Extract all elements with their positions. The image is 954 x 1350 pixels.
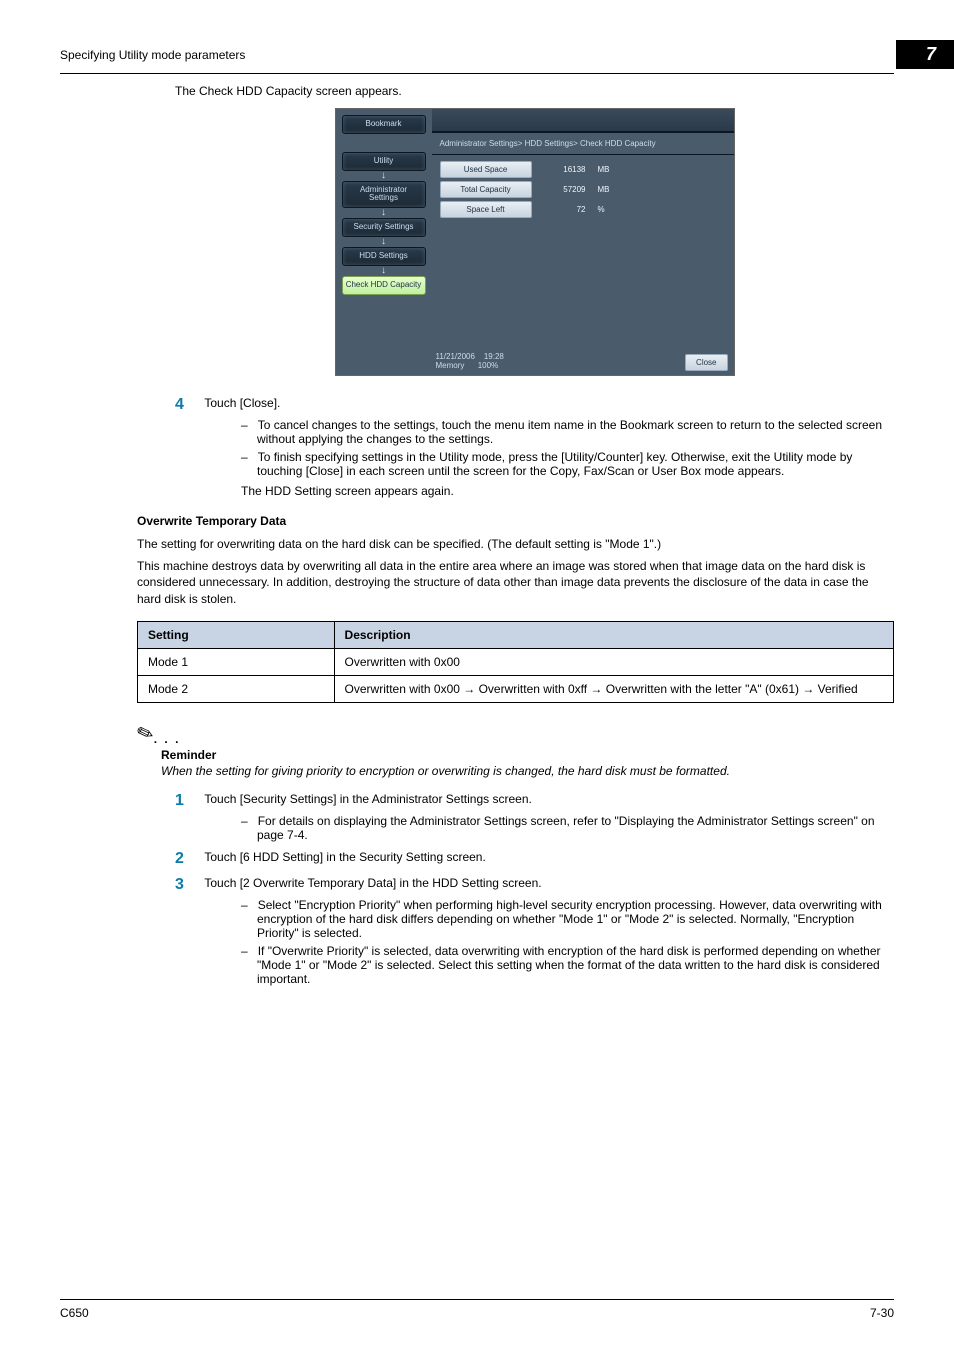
step-text: Touch [Close]. [204, 396, 885, 410]
step-4: 4 Touch [Close]. To cancel changes to th… [213, 396, 894, 498]
step-number: 4 [175, 396, 201, 414]
overwrite-heading: Overwrite Temporary Data [137, 514, 894, 528]
table-cell: Mode 1 [138, 648, 335, 675]
page-content: The Check HDD Capacity screen appears. B… [175, 84, 894, 986]
chapter-badge: 7 [896, 40, 954, 69]
table-cell: Overwritten with 0x00 → Overwritten with… [334, 675, 893, 702]
admin-settings-button[interactable]: Administrator Settings [342, 181, 426, 209]
bullet: If "Overwrite Priority" is selected, dat… [241, 944, 894, 986]
arrow-down-icon: ↓ [342, 237, 426, 247]
security-settings-button[interactable]: Security Settings [342, 218, 426, 237]
step-after: The HDD Setting screen appears again. [241, 484, 894, 498]
close-button[interactable]: Close [685, 354, 727, 371]
row-value: 16138 [532, 165, 586, 174]
bullet: To finish specifying settings in the Uti… [241, 450, 894, 478]
footer-left: C650 [60, 1306, 89, 1320]
arrow-down-icon: ↓ [342, 266, 426, 276]
table-row: Mode 1 Overwritten with 0x00 [138, 648, 894, 675]
hdd-settings-button[interactable]: HDD Settings [342, 247, 426, 266]
bookmark-button[interactable]: Bookmark [342, 115, 426, 134]
body-text: This machine destroys data by overwritin… [137, 558, 894, 607]
step-number: 2 [175, 850, 201, 868]
page-footer: C650 7-30 [60, 1299, 894, 1320]
bullet: For details on displaying the Administra… [241, 814, 894, 842]
step-2: 2 Touch [6 HDD Setting] in the Security … [213, 850, 894, 868]
table-header-row: Setting Description [138, 621, 894, 648]
breadcrumb: Administrator Settings> HDD Settings> Ch… [432, 132, 734, 155]
reminder: ✎. . . Reminder When the setting for giv… [161, 721, 894, 778]
row-label: Total Capacity [440, 181, 532, 198]
row-unit: MB [586, 185, 610, 194]
step-text: Touch [6 HDD Setting] in the Security Se… [204, 850, 885, 864]
check-hdd-capacity-screenshot: Bookmark Utility ↓ Administrator Setting… [335, 108, 735, 376]
table-header: Setting [138, 621, 335, 648]
bullet: To cancel changes to the settings, touch… [241, 418, 894, 446]
row-label: Used Space [440, 161, 532, 178]
row-label: Space Left [440, 201, 532, 218]
bookmark-sidebar: Bookmark Utility ↓ Administrator Setting… [336, 109, 432, 375]
page-header: Specifying Utility mode parameters 7 [60, 40, 894, 74]
step-number: 1 [175, 792, 201, 810]
table-cell: Overwritten with 0x00 [334, 648, 893, 675]
row-unit: MB [586, 165, 610, 174]
utility-button[interactable]: Utility [342, 152, 426, 171]
settings-table: Setting Description Mode 1 Overwritten w… [137, 621, 894, 703]
arrow-down-icon: ↓ [342, 208, 426, 218]
table-cell: Mode 2 [138, 675, 335, 702]
header-title: Specifying Utility mode parameters [60, 48, 245, 62]
check-hdd-capacity-button[interactable]: Check HDD Capacity [342, 276, 426, 295]
arrow-down-icon: ↓ [342, 171, 426, 181]
intro-text: The Check HDD Capacity screen appears. [175, 84, 894, 98]
step-text: Touch [2 Overwrite Temporary Data] in th… [204, 876, 885, 890]
table-header: Description [334, 621, 893, 648]
statusbar: 11/21/2006 19:28 Memory 100% [436, 353, 504, 371]
step-1: 1 Touch [Security Settings] in the Admin… [213, 792, 894, 842]
reminder-title: Reminder [161, 748, 894, 762]
row-unit: % [586, 205, 605, 214]
reminder-text: When the setting for giving priority to … [161, 764, 894, 778]
row-value: 72 [532, 205, 586, 214]
step-3: 3 Touch [2 Overwrite Temporary Data] in … [213, 876, 894, 986]
table-row: Mode 2 Overwritten with 0x00 → Overwritt… [138, 675, 894, 702]
step-number: 3 [175, 876, 201, 894]
step-text: Touch [Security Settings] in the Adminis… [204, 792, 885, 806]
row-value: 57209 [532, 185, 586, 194]
bullet: Select "Encryption Priority" when perfor… [241, 898, 894, 940]
reminder-icon: ✎ [133, 719, 157, 748]
body-text: The setting for overwriting data on the … [137, 536, 894, 552]
footer-right: 7-30 [870, 1306, 894, 1320]
